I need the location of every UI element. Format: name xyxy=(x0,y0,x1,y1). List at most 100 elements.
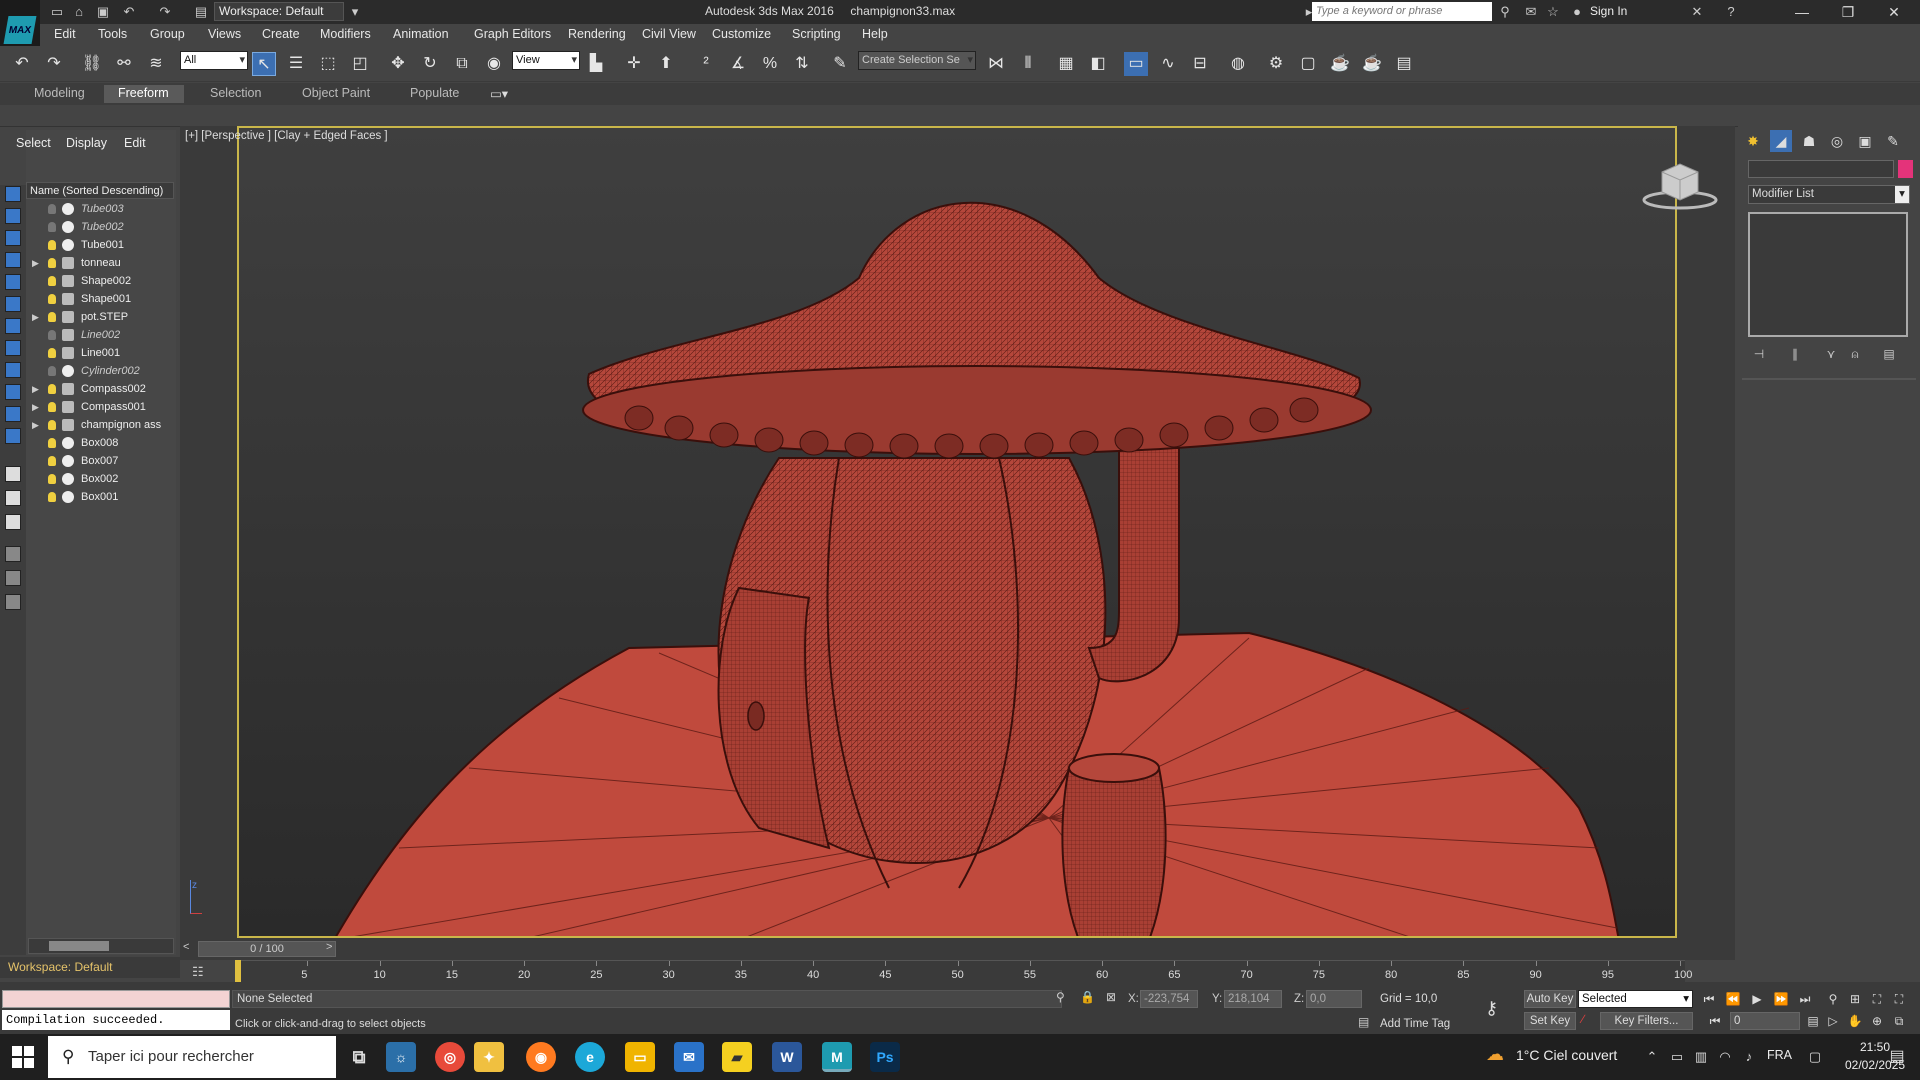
maxscript-listener-output[interactable]: Compilation succeeded. xyxy=(2,1010,230,1030)
unlink-icon[interactable]: ⚯ xyxy=(112,52,136,76)
user-icon[interactable]: ● xyxy=(1568,3,1586,21)
key-icon[interactable]: ⚷ xyxy=(1485,998,1498,1019)
redo-icon[interactable]: ↷ xyxy=(42,52,66,76)
minimize-icon[interactable]: — xyxy=(1782,2,1822,22)
modify-tab-icon[interactable]: ◢ xyxy=(1770,130,1792,152)
rendered-frame-window-icon[interactable]: ▢ xyxy=(1296,52,1320,76)
visibility-bulb-icon[interactable] xyxy=(48,366,56,376)
display-frozen-icon[interactable] xyxy=(5,490,21,506)
visibility-bulb-icon[interactable] xyxy=(48,294,56,304)
display-invert-icon[interactable] xyxy=(5,230,21,246)
bind-space-warp-icon[interactable]: ≋ xyxy=(144,52,168,76)
add-time-tag-button[interactable]: Add Time Tag xyxy=(1380,1018,1450,1030)
orbit-icon[interactable]: ⊕ xyxy=(1868,1012,1886,1030)
windows-start-icon[interactable] xyxy=(10,1044,36,1070)
mail-app-icon[interactable]: ✉ xyxy=(674,1042,704,1072)
save-file-icon[interactable]: ▣ xyxy=(94,3,112,21)
file-explorer-app-icon[interactable]: ▭ xyxy=(625,1042,655,1072)
menu-create[interactable]: Create xyxy=(262,27,300,41)
render-setup-icon[interactable]: ⚙ xyxy=(1264,52,1288,76)
menu-views[interactable]: Views xyxy=(208,27,241,41)
menu-scripting[interactable]: Scripting xyxy=(792,27,841,41)
render-in-cloud-icon[interactable]: ▤ xyxy=(1392,52,1416,76)
previous-frame-icon[interactable]: ⏪ xyxy=(1724,990,1742,1008)
menu-tools[interactable]: Tools xyxy=(98,27,127,41)
menu-customize[interactable]: Customize xyxy=(712,27,771,41)
exchange-icon[interactable]: ✕ xyxy=(1688,3,1706,21)
input-language[interactable]: FRA xyxy=(1767,1048,1792,1062)
time-slider[interactable]: 0 / 100 xyxy=(198,941,336,957)
visibility-bulb-icon[interactable] xyxy=(48,384,56,394)
menu-help[interactable]: Help xyxy=(862,27,888,41)
object-color-swatch[interactable] xyxy=(1898,160,1913,178)
binoculars-icon[interactable]: ⚲ xyxy=(1496,3,1514,21)
key-mode-toggle-icon[interactable]: ⏮ xyxy=(1706,1012,1724,1030)
show-end-result-icon[interactable]: ∥ xyxy=(1786,345,1804,363)
named-selection-set-dropdown[interactable]: Create Selection Se xyxy=(858,51,976,70)
close-icon[interactable]: ✕ xyxy=(1874,2,1914,22)
word-app-icon[interactable]: W xyxy=(772,1042,802,1072)
tab-modeling[interactable]: Modeling xyxy=(34,86,85,100)
redo-icon[interactable]: ↷ xyxy=(156,3,174,21)
mini-curve-editor-icon[interactable]: ☷ xyxy=(192,964,212,980)
list-item[interactable]: Box007 xyxy=(26,452,174,470)
zoom-all-icon[interactable]: ⊞ xyxy=(1846,990,1864,1008)
percent-snap-icon[interactable]: % xyxy=(758,52,782,76)
display-xrefs-icon[interactable] xyxy=(5,406,21,422)
viewport-label-menu[interactable]: [+] [Perspective ] [Clay + Edged Faces ] xyxy=(185,130,388,142)
display-tab-icon[interactable]: ▣ xyxy=(1854,130,1876,152)
isolate-selection-icon[interactable]: ⚲ xyxy=(1056,990,1065,1004)
list-item[interactable]: Line001 xyxy=(26,344,174,362)
visibility-bulb-icon[interactable] xyxy=(48,204,56,214)
visibility-bulb-icon[interactable] xyxy=(48,276,56,286)
visibility-bulb-icon[interactable] xyxy=(48,420,56,430)
sticky-notes-app-icon[interactable]: ▰ xyxy=(722,1042,752,1072)
menu-group[interactable]: Group xyxy=(150,27,185,41)
render-iterative-icon[interactable]: ☕ xyxy=(1360,52,1384,76)
list-item[interactable]: Box002 xyxy=(26,470,174,488)
menu-graph-editors[interactable]: Graph Editors xyxy=(474,27,551,41)
window-crossing-icon[interactable]: ◰ xyxy=(348,52,372,76)
hierarchy-filter-icon[interactable] xyxy=(5,570,21,586)
visibility-bulb-icon[interactable] xyxy=(48,240,56,250)
absolute-mode-icon[interactable]: ⊠ xyxy=(1106,990,1116,1004)
maxscript-listener-input[interactable] xyxy=(2,990,230,1008)
zoom-icon[interactable]: ⚲ xyxy=(1824,990,1842,1008)
photoshop-app-icon[interactable]: Ps xyxy=(870,1042,900,1072)
onedrive-icon[interactable]: ▭ xyxy=(1668,1048,1686,1066)
tab-populate[interactable]: Populate xyxy=(410,86,459,100)
select-and-rotate-icon[interactable]: ↻ xyxy=(418,52,442,76)
hierarchy-tab-icon[interactable]: ☗ xyxy=(1798,130,1820,152)
edge-app-icon[interactable]: e xyxy=(575,1042,605,1072)
list-item[interactable]: ▶ Compass002 xyxy=(26,380,174,398)
display-all-icon[interactable] xyxy=(5,208,21,224)
notifications-icon[interactable]: ▤ xyxy=(1888,1048,1906,1066)
time-tag-icon[interactable]: ▤ xyxy=(1358,1015,1369,1029)
se-menu-select[interactable]: Select xyxy=(16,136,51,150)
remove-modifier-icon[interactable]: ⍝ xyxy=(1846,345,1864,363)
go-to-end-icon[interactable]: ⏭ xyxy=(1796,990,1814,1008)
menu-civil-view[interactable]: Civil View xyxy=(642,27,696,41)
rectangular-selection-icon[interactable]: ⬚ xyxy=(316,52,340,76)
menu-animation[interactable]: Animation xyxy=(393,27,449,41)
select-and-place-icon[interactable]: ◉ xyxy=(482,52,506,76)
taskbar-search-input[interactable]: ⚲ Taper ici pour rechercher xyxy=(48,1036,336,1078)
list-item[interactable]: Box001 xyxy=(26,488,174,506)
visibility-bulb-icon[interactable] xyxy=(48,312,56,322)
favorites-star-icon[interactable]: ☆ xyxy=(1544,3,1562,21)
display-space-warps-icon[interactable] xyxy=(5,362,21,378)
list-item[interactable]: Shape001 xyxy=(26,290,174,308)
project-folder-icon[interactable]: ▤ xyxy=(192,3,210,21)
customize-quick-access-icon[interactable]: ▾ xyxy=(346,3,364,21)
scene-explorer-column-header[interactable]: Name (Sorted Descending) xyxy=(26,182,174,199)
pivot-center-icon[interactable]: ▙ xyxy=(584,52,608,76)
mirror-icon[interactable]: ⋈ xyxy=(984,52,1008,76)
3dsmax-app-icon[interactable]: M xyxy=(822,1042,852,1072)
expand-arrow-icon[interactable]: ▶ xyxy=(32,416,39,434)
se-menu-display[interactable]: Display xyxy=(66,136,107,150)
ribbon-options-icon[interactable]: ▭▾ xyxy=(490,86,508,101)
motion-tab-icon[interactable]: ◎ xyxy=(1826,130,1848,152)
expand-arrow-icon[interactable]: ▶ xyxy=(32,398,39,416)
make-unique-icon[interactable]: ⋎ xyxy=(1822,345,1840,363)
maximize-viewport-icon[interactable]: ⧉ xyxy=(1890,1012,1908,1030)
